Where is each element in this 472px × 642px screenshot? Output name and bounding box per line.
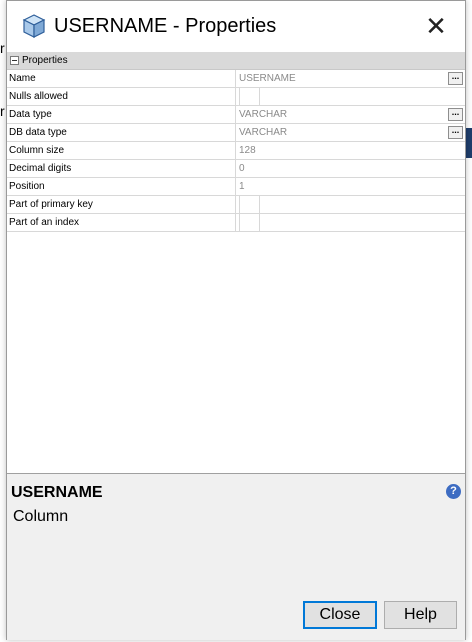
ellipsis-button[interactable]: ... bbox=[448, 72, 463, 85]
property-row[interactable]: Column size 128 bbox=[7, 142, 465, 160]
property-row[interactable]: DB data type VARCHAR... bbox=[7, 124, 465, 142]
property-value[interactable]: USERNAME... bbox=[236, 70, 465, 87]
property-name: Part of an index bbox=[7, 214, 236, 231]
property-checkbox[interactable] bbox=[239, 196, 260, 213]
property-name: Column size bbox=[7, 142, 236, 159]
property-value[interactable] bbox=[236, 88, 465, 105]
property-row[interactable]: Decimal digits 0 bbox=[7, 160, 465, 178]
property-name: Position bbox=[7, 178, 236, 195]
property-name: DB data type bbox=[7, 124, 236, 141]
collapse-icon[interactable] bbox=[10, 56, 19, 65]
properties-dialog: USERNAME - Properties ✕ Properties Name U… bbox=[6, 0, 466, 640]
ellipsis-button[interactable]: ... bbox=[448, 126, 463, 139]
section-label: Properties bbox=[22, 55, 68, 66]
help-button[interactable]: Help bbox=[384, 601, 457, 629]
background-text: r bbox=[0, 40, 5, 56]
property-value[interactable]: VARCHAR... bbox=[236, 106, 465, 123]
property-value[interactable]: 0 bbox=[236, 160, 465, 177]
property-value[interactable]: VARCHAR... bbox=[236, 124, 465, 141]
close-button[interactable]: Close bbox=[303, 601, 377, 629]
property-value-text: VARCHAR bbox=[239, 109, 288, 120]
property-value[interactable]: 1 bbox=[236, 178, 465, 195]
property-name: Nulls allowed bbox=[7, 88, 236, 105]
property-row[interactable]: Nulls allowed bbox=[7, 88, 465, 106]
property-value-text: VARCHAR bbox=[239, 127, 288, 138]
dialog-title: USERNAME - Properties bbox=[54, 15, 277, 37]
property-value[interactable] bbox=[236, 214, 465, 231]
property-name: Part of primary key bbox=[7, 196, 236, 213]
cube-icon bbox=[22, 14, 46, 38]
property-row[interactable]: Name USERNAME... bbox=[7, 70, 465, 88]
description-title: USERNAME bbox=[11, 484, 103, 501]
title-bar[interactable]: USERNAME - Properties ✕ bbox=[7, 1, 465, 51]
close-icon[interactable]: ✕ bbox=[423, 13, 449, 39]
description-subtitle: Column bbox=[13, 508, 69, 525]
property-value[interactable]: 128 bbox=[236, 142, 465, 159]
property-row[interactable]: Data type VARCHAR... bbox=[7, 106, 465, 124]
background-text: r bbox=[0, 103, 5, 119]
property-name: Name bbox=[7, 70, 236, 87]
property-grid: Properties Name USERNAME... Nulls allowed D… bbox=[7, 52, 465, 473]
ellipsis-button[interactable]: ... bbox=[448, 108, 463, 121]
property-value-text: USERNAME bbox=[239, 73, 296, 84]
background-header-strip bbox=[466, 128, 472, 158]
property-row[interactable]: Position 1 bbox=[7, 178, 465, 196]
property-name: Decimal digits bbox=[7, 160, 236, 177]
property-rows: Name USERNAME... Nulls allowed Data type VAR… bbox=[7, 70, 465, 232]
property-checkbox[interactable] bbox=[239, 214, 260, 231]
property-row[interactable]: Part of an index bbox=[7, 214, 465, 232]
property-value-text: 1 bbox=[239, 181, 245, 192]
property-value-text: 0 bbox=[239, 163, 245, 174]
help-icon[interactable]: ? bbox=[446, 484, 461, 499]
property-value[interactable] bbox=[236, 196, 465, 213]
property-checkbox[interactable] bbox=[239, 88, 260, 105]
property-name: Data type bbox=[7, 106, 236, 123]
section-header-properties[interactable]: Properties bbox=[7, 52, 465, 70]
description-panel: USERNAME Column ? Close Help bbox=[7, 473, 465, 640]
property-value-text: 128 bbox=[239, 145, 256, 156]
property-row[interactable]: Part of primary key bbox=[7, 196, 465, 214]
